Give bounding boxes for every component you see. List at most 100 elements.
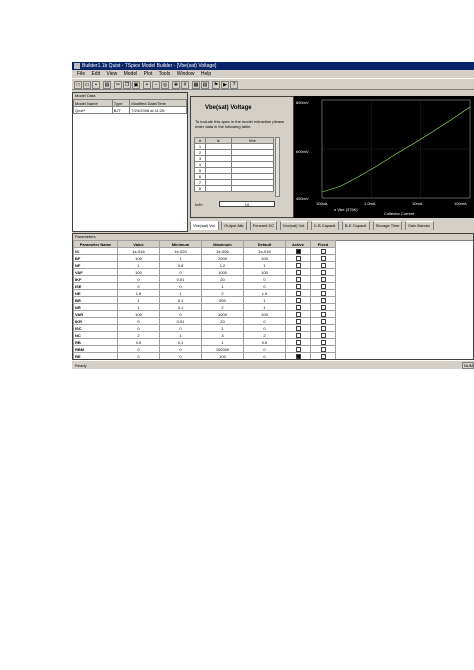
active-checkbox[interactable] xyxy=(295,332,301,338)
parameter-value-cell[interactable]: 1.5 xyxy=(243,289,286,297)
paste-icon[interactable]: ▣ xyxy=(132,81,140,89)
tab-cb-capacitance[interactable]: C-B Capacit. xyxy=(310,221,340,230)
parameter-value-cell[interactable]: 0 xyxy=(117,275,160,283)
table-row[interactable]: ISE 0 0 1 0 xyxy=(73,282,336,290)
active-checkbox[interactable] xyxy=(295,318,301,324)
parameter-value-cell[interactable]: 1 xyxy=(201,324,244,332)
column-default[interactable]: Default xyxy=(243,240,286,248)
table-row[interactable]: RB 0.5 0.1 1 0.5 xyxy=(73,338,336,346)
table-row[interactable]: IS 1e-016 1e-020 1e-006 1e-016 xyxy=(73,247,336,255)
help-icon[interactable]: ? xyxy=(230,81,238,89)
parameter-value-cell[interactable]: 0 xyxy=(243,282,286,290)
fixed-checkbox[interactable] xyxy=(320,262,326,268)
print-icon[interactable]: ▤ xyxy=(103,81,111,89)
parameter-value-cell[interactable]: 100 xyxy=(117,254,160,262)
fixed-checkbox[interactable] xyxy=(320,269,326,275)
parameter-value-cell[interactable]: 100 xyxy=(201,352,244,359)
column-minimum[interactable]: Minimum xyxy=(159,240,202,248)
parameter-value-cell[interactable]: 1e-020 xyxy=(159,247,202,255)
parameter-value-cell[interactable]: 2 xyxy=(117,331,160,339)
menu-view[interactable]: View xyxy=(106,70,117,78)
zoom-in-icon[interactable]: + xyxy=(143,81,151,89)
pan-icon[interactable]: ✥ xyxy=(172,81,180,89)
parameter-value-cell[interactable]: 1 xyxy=(117,296,160,304)
tab-be-capacitance[interactable]: B-E Capacit. xyxy=(341,221,371,230)
parameter-value-cell[interactable]: 1 xyxy=(243,303,286,311)
tab-storage-time[interactable]: Storage Time xyxy=(372,221,403,230)
parameter-value-cell[interactable]: 500 xyxy=(201,296,244,304)
parameter-value-cell[interactable]: 1.2 xyxy=(201,261,244,269)
parameter-value-cell[interactable]: 1.5 xyxy=(117,289,160,297)
new-file-icon[interactable]: □ xyxy=(74,81,82,89)
zoom-fit-icon[interactable]: ◎ xyxy=(161,81,169,89)
parameter-value-cell[interactable]: 100 xyxy=(243,310,286,318)
parameter-value-cell[interactable]: 3 xyxy=(201,331,244,339)
menu-plot[interactable]: Plot xyxy=(144,70,153,78)
parameter-value-cell[interactable]: 0 xyxy=(159,282,202,290)
parameter-value-cell[interactable]: 0.1 xyxy=(159,296,202,304)
table-row[interactable]: RE 0 0 100 0 xyxy=(73,352,336,359)
table-row[interactable]: IKF 0 0.01 20 0 xyxy=(73,275,336,283)
parameter-value-cell[interactable]: 100000 xyxy=(201,345,244,353)
parameter-value-cell[interactable]: 2 xyxy=(201,289,244,297)
parameter-value-cell[interactable]: 0.01 xyxy=(159,275,202,283)
cut-icon[interactable]: ✂ xyxy=(114,81,122,89)
parameter-value-cell[interactable]: 0 xyxy=(243,352,286,359)
extract-icon[interactable]: ⚑ xyxy=(212,81,220,89)
save-icon[interactable]: ▪ xyxy=(92,81,100,89)
ic-ib-field[interactable]: 10 xyxy=(219,201,275,207)
fixed-checkbox[interactable] xyxy=(320,276,326,282)
table-row[interactable]: NR 1 0.1 2 1 xyxy=(73,303,336,311)
column-value[interactable]: Value xyxy=(117,240,160,248)
ic-cell[interactable] xyxy=(205,185,232,192)
parameter-value-cell[interactable]: 1e-006 xyxy=(201,247,244,255)
fixed-checkbox[interactable] xyxy=(320,311,326,317)
parameter-value-cell[interactable]: 0 xyxy=(117,352,160,359)
fixed-checkbox[interactable] xyxy=(320,248,326,254)
parameter-value-cell[interactable]: 100 xyxy=(117,310,160,318)
fixed-checkbox[interactable] xyxy=(320,325,326,331)
tab-output-attr[interactable]: Output Attr. xyxy=(221,221,248,230)
fixed-checkbox[interactable] xyxy=(320,304,326,310)
parameter-value-cell[interactable]: 1 xyxy=(201,338,244,346)
column-maximum[interactable]: Maximum xyxy=(201,240,244,248)
tab-vce-sat[interactable]: Vce(sat) Vol. xyxy=(279,221,309,230)
tab-forward-dc[interactable]: Forward DC xyxy=(249,221,278,230)
parameter-value-cell[interactable]: 1 xyxy=(159,331,202,339)
parameter-value-cell[interactable]: 0 xyxy=(117,324,160,332)
table-row[interactable]: NE 1.5 1 2 1.5 xyxy=(73,289,336,297)
active-checkbox[interactable] xyxy=(295,276,301,282)
table-row[interactable]: ISC 0 0 1 0 xyxy=(73,324,336,332)
open-folder-icon[interactable]: ▭ xyxy=(83,81,91,89)
parameter-value-cell[interactable]: 1e-016 xyxy=(243,247,286,255)
parameter-value-cell[interactable]: 1 xyxy=(159,289,202,297)
parameter-value-cell[interactable]: 0 xyxy=(243,345,286,353)
active-checkbox[interactable] xyxy=(295,311,301,317)
parameter-value-cell[interactable]: 2 xyxy=(201,303,244,311)
table-row[interactable]: 8 xyxy=(194,185,275,192)
table-scrollbar[interactable] xyxy=(275,137,280,197)
active-checkbox[interactable] xyxy=(295,304,301,310)
table-row[interactable]: BR 1 0.1 500 1 xyxy=(73,296,336,304)
parameter-value-cell[interactable]: 1 xyxy=(243,296,286,304)
parameter-value-cell[interactable]: 1 xyxy=(243,261,286,269)
parameter-value-cell[interactable]: 2 xyxy=(243,331,286,339)
menu-model[interactable]: Model xyxy=(124,70,138,78)
fixed-checkbox[interactable] xyxy=(320,283,326,289)
parameter-value-cell[interactable]: 0 xyxy=(159,268,202,276)
parameter-value-cell[interactable]: 0.5 xyxy=(117,338,160,346)
fixed-checkbox[interactable] xyxy=(320,318,326,324)
parameter-value-cell[interactable]: 0.1 xyxy=(159,338,202,346)
column-modified[interactable]: Modified Date/Time xyxy=(129,99,187,107)
table-row[interactable]: Qnxt* BJT 7/24/2006 at 11:28 xyxy=(73,106,187,114)
parameter-value-cell[interactable]: 0 xyxy=(117,282,160,290)
fixed-checkbox[interactable] xyxy=(320,353,326,359)
parameter-value-cell[interactable]: 0 xyxy=(159,324,202,332)
menu-tools[interactable]: Tools xyxy=(159,70,171,78)
fixed-checkbox[interactable] xyxy=(320,332,326,338)
table-row[interactable]: NF 1 0.8 1.2 1 xyxy=(73,261,336,269)
active-checkbox[interactable] xyxy=(295,262,301,268)
table-row[interactable]: VAF 100 0 1000 100 xyxy=(73,268,336,276)
parameter-value-cell[interactable]: 100 xyxy=(117,268,160,276)
active-checkbox[interactable] xyxy=(295,269,301,275)
